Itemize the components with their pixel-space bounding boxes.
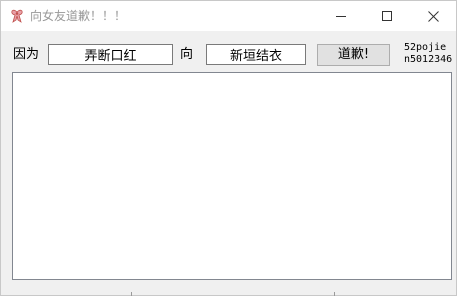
credit-line-2: n5012346 bbox=[404, 54, 453, 65]
to-label: 向 bbox=[180, 47, 194, 62]
credit-line-1: 52pojie bbox=[404, 42, 447, 53]
target-name-input[interactable] bbox=[206, 44, 306, 65]
apology-output-textarea[interactable] bbox=[12, 72, 452, 280]
close-button[interactable] bbox=[410, 1, 456, 31]
app-window: 向女友道歉！！！ 因为 向 道歉! 52pojie n5012346 bbox=[0, 0, 457, 296]
because-label: 因为 bbox=[13, 47, 40, 62]
minimize-icon bbox=[336, 16, 346, 17]
maximize-icon bbox=[382, 11, 392, 21]
window-title: 向女友道歉！！！ bbox=[30, 9, 127, 23]
minimize-button[interactable] bbox=[318, 1, 364, 31]
bottom-divider-left bbox=[131, 292, 132, 296]
title-bar[interactable]: 向女友道歉！！！ bbox=[1, 1, 456, 31]
reason-input[interactable] bbox=[48, 44, 173, 65]
app-ribbon-icon bbox=[11, 9, 23, 23]
apologize-button[interactable]: 道歉! bbox=[317, 44, 390, 66]
maximize-button[interactable] bbox=[364, 1, 410, 31]
bottom-edge bbox=[1, 291, 456, 295]
close-icon bbox=[427, 10, 439, 22]
bottom-divider-right bbox=[334, 292, 335, 296]
